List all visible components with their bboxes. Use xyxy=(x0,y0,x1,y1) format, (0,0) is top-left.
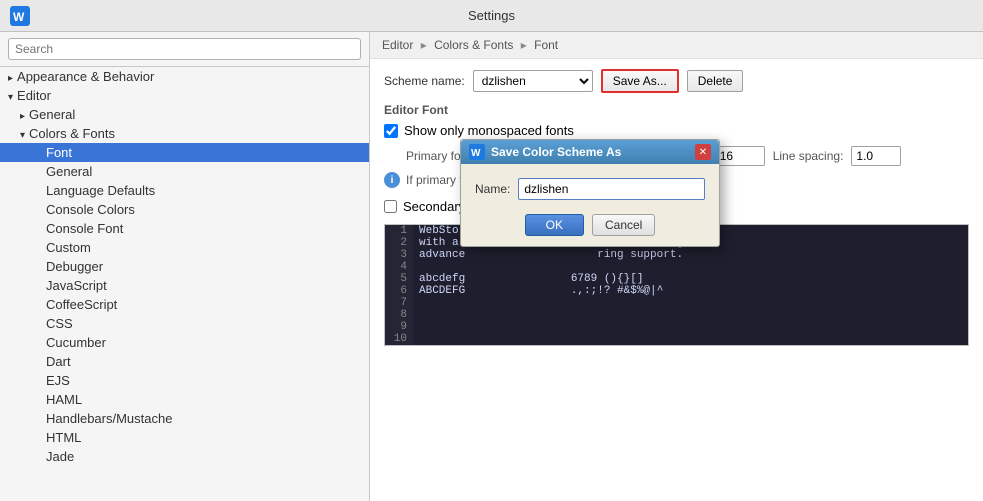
line-num-2: 2 xyxy=(385,237,413,249)
search-box xyxy=(0,32,369,67)
main-layout: ▸Appearance & Behavior▾Editor▸General▾Co… xyxy=(0,32,983,501)
line-content-6: ABCDEFG .,:;!? #&$%@|^ xyxy=(413,285,663,297)
sidebar-item-editor[interactable]: ▾Editor xyxy=(0,86,369,105)
sidebar-item-language-defaults[interactable]: Language Defaults xyxy=(0,181,369,200)
sidebar-item-appearance[interactable]: ▸Appearance & Behavior xyxy=(0,67,369,86)
preview-line-5: 5 abcdefg 6789 (){}[] xyxy=(385,273,968,285)
title-bar: W Settings xyxy=(0,0,983,32)
dialog-title-text: Save Color Scheme As xyxy=(491,145,621,159)
dialog-ok-button[interactable]: OK xyxy=(525,214,584,236)
sidebar-item-console-colors[interactable]: Console Colors xyxy=(0,200,369,219)
line-num-10: 10 xyxy=(385,333,413,345)
sidebar-item-handlebars[interactable]: Handlebars/Mustache xyxy=(0,409,369,428)
breadcrumb-part-1: Editor xyxy=(382,38,413,52)
line-num-6: 6 xyxy=(385,285,413,297)
breadcrumb-part-3: Font xyxy=(534,38,558,52)
line-spacing-input[interactable] xyxy=(851,146,901,166)
dialog-title-left: W Save Color Scheme As xyxy=(469,144,621,160)
line-content-9 xyxy=(413,321,419,333)
dialog-logo: W xyxy=(469,144,485,160)
scheme-label: Scheme name: xyxy=(384,74,465,88)
sidebar-item-haml[interactable]: HAML xyxy=(0,390,369,409)
preview-line-7: 7 xyxy=(385,297,968,309)
dialog-buttons: OK Cancel xyxy=(475,214,705,236)
size-input[interactable] xyxy=(715,146,765,166)
line-content-8 xyxy=(413,309,419,321)
line-content-10 xyxy=(413,333,419,345)
sidebar-item-custom[interactable]: Custom xyxy=(0,238,369,257)
monospaced-label[interactable]: Show only monospaced fonts xyxy=(404,123,574,138)
line-num-8: 8 xyxy=(385,309,413,321)
line-content-5: abcdefg 6789 (){}[] xyxy=(413,273,643,285)
tree-container: ▸Appearance & Behavior▾Editor▸General▾Co… xyxy=(0,67,369,466)
line-num-3: 3 xyxy=(385,249,413,261)
save-as-button[interactable]: Save As... xyxy=(601,69,679,93)
dialog-close-button[interactable]: ✕ xyxy=(695,144,711,160)
dialog-titlebar: W Save Color Scheme As ✕ xyxy=(461,140,719,164)
breadcrumb-part-2: Colors & Fonts xyxy=(434,38,513,52)
sidebar-item-html[interactable]: HTML xyxy=(0,428,369,447)
preview-line-6: 6 ABCDEFG .,:;!? #&$%@|^ xyxy=(385,285,968,297)
line-content-3: advance ring support. xyxy=(413,249,683,261)
monospaced-checkbox[interactable] xyxy=(384,124,398,138)
line-num-5: 5 xyxy=(385,273,413,285)
sidebar-item-css[interactable]: CSS xyxy=(0,314,369,333)
sidebar-item-debugger[interactable]: Debugger xyxy=(0,257,369,276)
dialog-name-row: Name: xyxy=(475,178,705,200)
sidebar-item-general[interactable]: ▸General xyxy=(0,105,369,124)
breadcrumb-arrow-1: ▸ xyxy=(421,38,430,52)
editor-font-section-title: Editor Font xyxy=(384,103,969,117)
sidebar-item-colors-fonts[interactable]: ▾Colors & Fonts xyxy=(0,124,369,143)
dialog-cancel-button[interactable]: Cancel xyxy=(592,214,655,236)
app-logo: W xyxy=(10,6,30,26)
preview-line-10: 10 xyxy=(385,333,968,345)
sidebar-item-dart[interactable]: Dart xyxy=(0,352,369,371)
line-num-4: 4 xyxy=(385,261,413,273)
line-content-7 xyxy=(413,297,419,309)
dialog-name-label: Name: xyxy=(475,182,510,196)
line-num-7: 7 xyxy=(385,297,413,309)
sidebar-item-ejs[interactable]: EJS xyxy=(0,371,369,390)
search-input[interactable] xyxy=(8,38,361,60)
line-num-9: 9 xyxy=(385,321,413,333)
sidebar-item-jade[interactable]: Jade xyxy=(0,447,369,466)
content-panel: Editor ▸ Colors & Fonts ▸ Font Scheme na… xyxy=(370,32,983,501)
preview-line-3: 3 advance ring support. xyxy=(385,249,968,261)
info-icon: i xyxy=(384,172,400,188)
save-color-scheme-dialog: W Save Color Scheme As ✕ Name: xyxy=(460,139,720,247)
preview-line-4: 4 xyxy=(385,261,968,273)
sidebar-item-console-font[interactable]: Console Font xyxy=(0,219,369,238)
scheme-select[interactable]: dzlishen xyxy=(473,70,593,92)
sidebar-item-cucumber[interactable]: Cucumber xyxy=(0,333,369,352)
sidebar-item-coffeescript[interactable]: CoffeeScript xyxy=(0,295,369,314)
dialog-name-input[interactable] xyxy=(518,178,705,200)
scheme-row: Scheme name: dzlishen Save As... Delete xyxy=(384,69,969,93)
dialog-body: Name: OK Cancel xyxy=(461,164,719,246)
monospaced-row: Show only monospaced fonts xyxy=(384,123,969,138)
preview-line-8: 8 xyxy=(385,309,968,321)
delete-button[interactable]: Delete xyxy=(687,70,744,92)
svg-text:W: W xyxy=(13,10,25,24)
sidebar-item-javascript[interactable]: JavaScript xyxy=(0,276,369,295)
sidebar-item-font[interactable]: Font xyxy=(0,143,369,162)
line-content-4 xyxy=(413,261,419,273)
preview-line-9: 9 xyxy=(385,321,968,333)
breadcrumb: Editor ▸ Colors & Fonts ▸ Font xyxy=(370,32,983,59)
window-title: Settings xyxy=(468,8,515,23)
line-spacing-label: Line spacing: xyxy=(773,149,844,163)
sidebar-item-general2[interactable]: General xyxy=(0,162,369,181)
content-body: Scheme name: dzlishen Save As... Delete … xyxy=(370,59,983,501)
svg-text:W: W xyxy=(471,148,481,159)
secondary-font-checkbox[interactable] xyxy=(384,200,397,213)
breadcrumb-arrow-2: ▸ xyxy=(521,38,530,52)
sidebar: ▸Appearance & Behavior▾Editor▸General▾Co… xyxy=(0,32,370,501)
line-num-1: 1 xyxy=(385,225,413,237)
